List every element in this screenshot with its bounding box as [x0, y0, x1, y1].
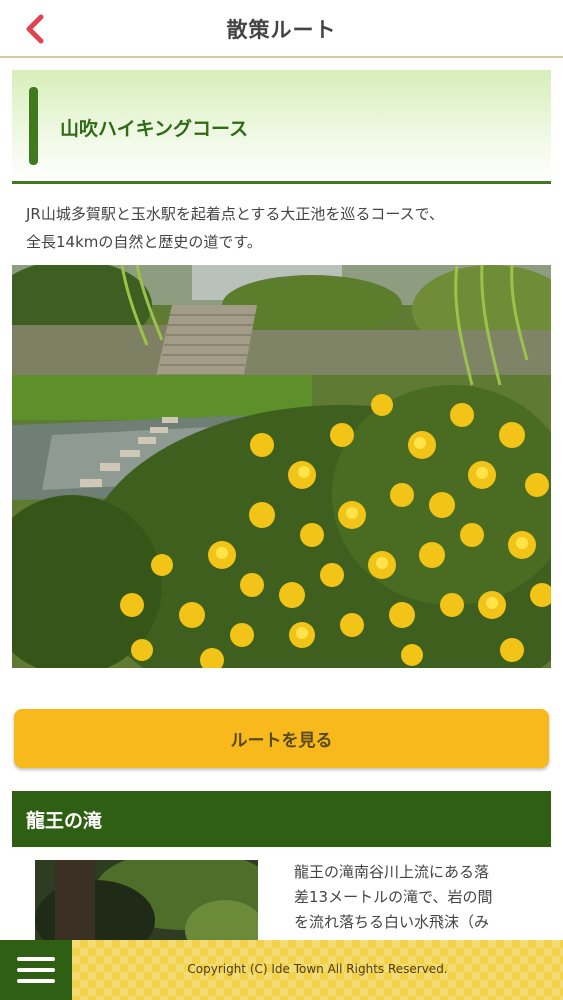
course-description-line: 全長14kmの自然と歴史の道です。 — [26, 233, 262, 251]
spot-photo — [35, 860, 258, 950]
course-title: 山吹ハイキングコース — [60, 118, 249, 140]
spot-description: 龍王の滝南谷川上流にある落 差13メートルの滝で、岩の間 を流れ落ちる白い水飛沫… — [294, 860, 534, 935]
view-route-button[interactable]: ルートを見る — [14, 709, 549, 768]
course-photo-image — [12, 265, 551, 668]
hamburger-menu-icon — [17, 968, 55, 972]
page-title: 散策ルート — [226, 18, 337, 42]
spot-description-line: を流れ落ちる白い水飛沫（み — [294, 913, 490, 931]
course-description-line: JR山城多賀駅と玉水駅を起着点とする大正池を巡るコースで、 — [26, 205, 445, 223]
spot-photo-image — [35, 860, 258, 950]
spot-description-line: 龍王の滝南谷川上流にある落 — [294, 863, 490, 881]
spot-description-line: 差13メートルの滝で、岩の間 — [294, 888, 493, 906]
app-header: 散策ルート — [0, 0, 563, 58]
heading-accent-bar — [29, 87, 38, 165]
copyright-text: Copyright (C) Ide Town All Rights Reserv… — [187, 962, 448, 976]
spot-title: 龍王の滝 — [12, 791, 551, 847]
hamburger-menu-icon — [17, 957, 55, 961]
footer-bar: Copyright (C) Ide Town All Rights Reserv… — [0, 940, 563, 1000]
course-description: JR山城多賀駅と玉水駅を起着点とする大正池を巡るコースで、 全長14kmの自然と… — [26, 200, 536, 256]
course-heading: 山吹ハイキングコース — [12, 70, 551, 184]
course-photo — [12, 265, 551, 668]
hamburger-menu-icon — [17, 979, 55, 983]
menu-button[interactable] — [0, 940, 72, 1000]
